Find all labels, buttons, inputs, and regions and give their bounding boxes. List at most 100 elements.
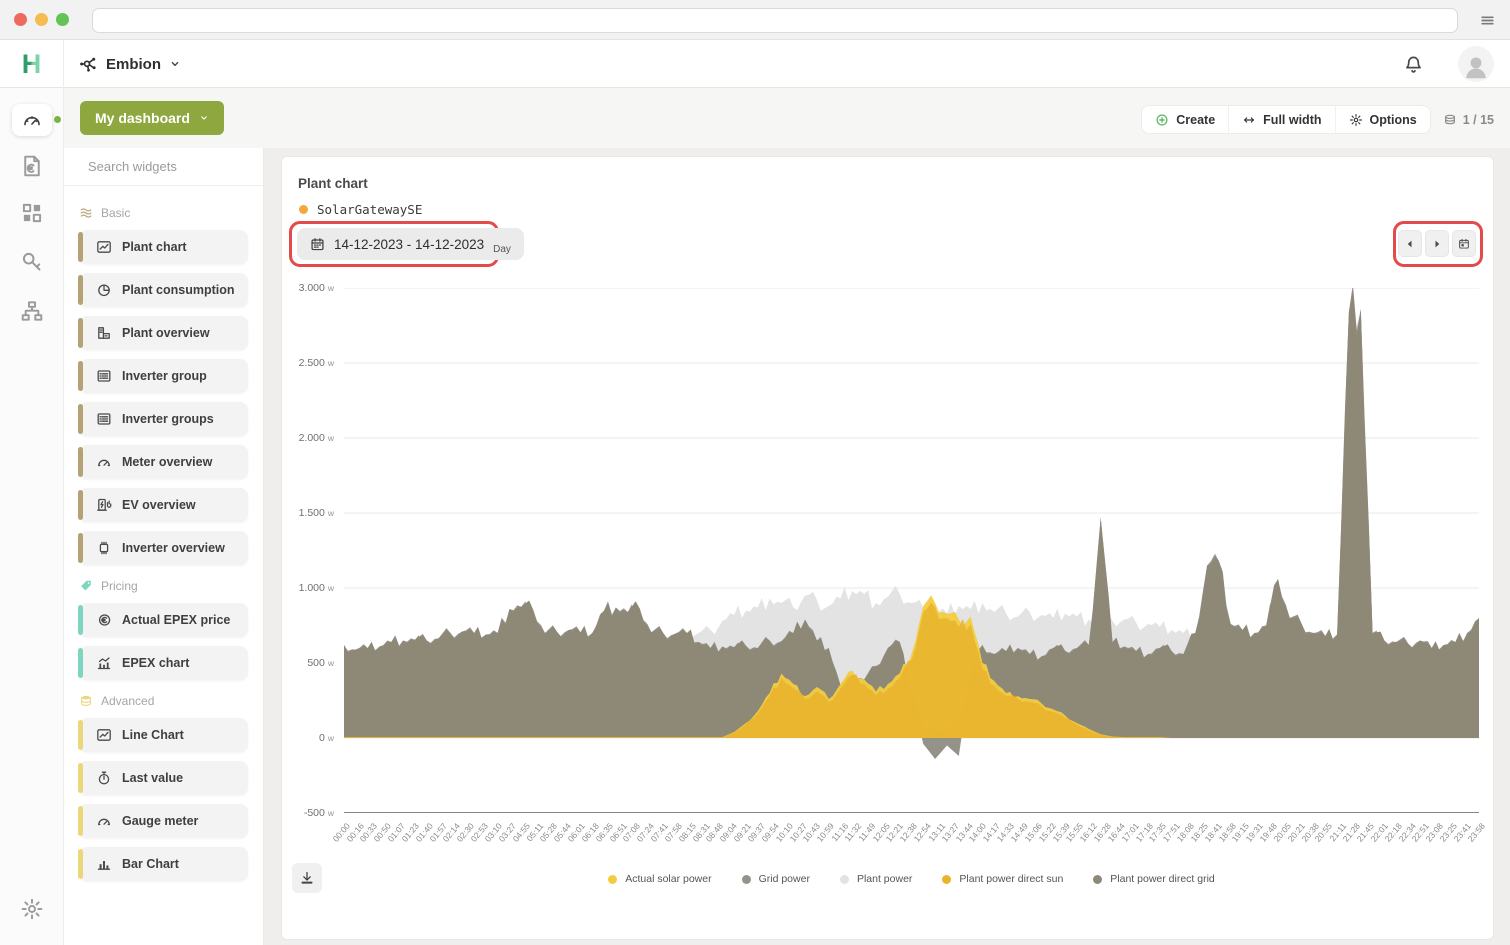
widget-item-plant-chart[interactable]: Plant chart xyxy=(79,230,248,264)
accent-bar xyxy=(78,232,83,262)
nav-item-widgets[interactable] xyxy=(20,201,44,225)
accent-bar xyxy=(78,318,83,348)
jump-to-today-button[interactable] xyxy=(1452,230,1476,257)
create-button[interactable]: Create xyxy=(1142,106,1228,133)
legend-dot xyxy=(942,875,951,884)
next-period-button[interactable] xyxy=(1425,230,1449,257)
app-logo[interactable]: H xyxy=(0,40,64,88)
accent-bar xyxy=(78,447,83,477)
y-tick-label: 1.500w xyxy=(282,507,334,519)
widget-item-last-value[interactable]: Last value xyxy=(79,761,248,795)
widget-item-label: Inverter groups xyxy=(122,412,214,426)
line-chart-icon xyxy=(96,727,112,743)
chevron-down-icon xyxy=(199,113,209,123)
list-icon xyxy=(96,411,112,427)
widget-item-actual-epex-price[interactable]: Actual EPEX price xyxy=(79,603,248,637)
nav-item-dashboard[interactable] xyxy=(12,104,52,136)
url-bar[interactable] xyxy=(92,8,1458,33)
chart-legend: Actual solar powerGrid powerPlant powerP… xyxy=(344,873,1479,885)
widget-item-plant-consumption[interactable]: Plant consumption xyxy=(79,273,248,307)
building-chart-icon xyxy=(96,325,112,341)
app-window: H Embion My dashboard Create Full width Op… xyxy=(0,0,1510,945)
legend-dot xyxy=(1093,875,1102,884)
accent-bar xyxy=(78,806,83,836)
maximize-window-button[interactable] xyxy=(56,13,69,26)
accent-bar xyxy=(78,404,83,434)
y-tick-label: 500w xyxy=(282,657,334,669)
page-indicator-label: 1 / 15 xyxy=(1463,113,1494,127)
org-switcher[interactable]: Embion xyxy=(78,40,181,88)
download-chart-button[interactable] xyxy=(292,863,322,893)
widget-item-meter-overview[interactable]: Meter overview xyxy=(79,445,248,479)
user-avatar[interactable] xyxy=(1458,46,1494,82)
widget-item-bar-chart[interactable]: Bar Chart xyxy=(79,847,248,881)
network-icon xyxy=(78,54,98,74)
device-label: SolarGatewaySE xyxy=(317,202,422,217)
widget-title: Plant chart xyxy=(298,176,368,191)
y-tick-label: -500w xyxy=(282,807,334,819)
button-label: Full width xyxy=(1263,113,1321,127)
section-header-pricing: Pricing xyxy=(79,579,248,593)
nav-item-settings[interactable] xyxy=(20,897,44,921)
stopwatch-icon xyxy=(96,770,112,786)
close-window-button[interactable] xyxy=(14,13,27,26)
accent-bar xyxy=(78,275,83,305)
widget-item-label: Inverter group xyxy=(122,369,207,383)
full-width-button[interactable]: Full width xyxy=(1228,106,1334,133)
nav-item-billing[interactable] xyxy=(20,154,44,178)
device-status-dot xyxy=(299,205,308,214)
accent-bar xyxy=(78,533,83,563)
section-header-basic: Basic xyxy=(79,206,248,220)
widget-item-line-chart[interactable]: Line Chart xyxy=(79,718,248,752)
list-icon xyxy=(96,368,112,384)
dashboard-selector-button[interactable]: My dashboard xyxy=(80,101,224,135)
caret-right-icon xyxy=(1431,238,1443,250)
widget-item-inverter-groups[interactable]: Inverter groups xyxy=(79,402,248,436)
coin-icon xyxy=(96,612,112,628)
legend-item-plant-power: Plant power xyxy=(840,873,912,885)
legend-dot xyxy=(840,875,849,884)
nav-item-structure[interactable] xyxy=(20,299,44,323)
previous-period-button[interactable] xyxy=(1398,230,1422,257)
active-dashboard-dot xyxy=(54,116,61,123)
widget-item-gauge-meter[interactable]: Gauge meter xyxy=(79,804,248,838)
chip-icon xyxy=(96,540,112,556)
notifications-bell-icon[interactable] xyxy=(1403,54,1424,75)
minimize-window-button[interactable] xyxy=(35,13,48,26)
hamburger-menu-icon[interactable] xyxy=(1479,12,1496,29)
widget-item-label: Line Chart xyxy=(122,728,184,742)
accent-bar xyxy=(78,605,83,635)
widget-item-plant-overview[interactable]: Plant overview xyxy=(79,316,248,350)
accent-bar xyxy=(78,648,83,678)
toolbar-button-group: Create Full width Options xyxy=(1141,105,1430,134)
nav-rail xyxy=(0,88,64,945)
search-input[interactable] xyxy=(88,159,264,174)
plant-chart-widget: Plant chart SolarGatewaySE 14-12-2023 - … xyxy=(281,156,1494,940)
arrows-h-icon xyxy=(1242,113,1256,127)
line-chart-icon xyxy=(96,239,112,255)
widget-item-inverter-overview[interactable]: Inverter overview xyxy=(79,531,248,565)
calendar-icon xyxy=(310,237,325,252)
org-name: Embion xyxy=(106,56,161,73)
button-label: Create xyxy=(1176,113,1215,127)
widget-item-ev-overview[interactable]: EV overview xyxy=(79,488,248,522)
date-range-button[interactable]: 14-12-2023 - 14-12-2023 Day xyxy=(297,228,524,260)
legend-dot xyxy=(608,875,617,884)
chart-plot-area[interactable] xyxy=(344,288,1479,813)
nav-item-access[interactable] xyxy=(20,250,44,274)
database-icon xyxy=(79,694,93,708)
calendar-today-icon xyxy=(1458,238,1470,250)
widget-item-label: Plant consumption xyxy=(122,283,235,297)
widget-item-inverter-group[interactable]: Inverter group xyxy=(79,359,248,393)
bars-icon xyxy=(96,856,112,872)
options-button[interactable]: Options xyxy=(1335,106,1430,133)
legend-item-grid-power: Grid power xyxy=(742,873,810,885)
widget-list: Basic Plant chart Plant consumption Plant o… xyxy=(64,186,263,910)
accent-bar xyxy=(78,849,83,879)
browser-titlebar xyxy=(0,0,1510,40)
y-axis-labels: 3.000w2.500w2.000w1.500w1.000w500w0w-500… xyxy=(282,288,334,813)
y-tick-label: 2.500w xyxy=(282,357,334,369)
widget-item-label: Plant chart xyxy=(122,240,187,254)
widget-item-epex-chart[interactable]: EPEX chart xyxy=(79,646,248,680)
widget-item-label: Last value xyxy=(122,771,183,785)
